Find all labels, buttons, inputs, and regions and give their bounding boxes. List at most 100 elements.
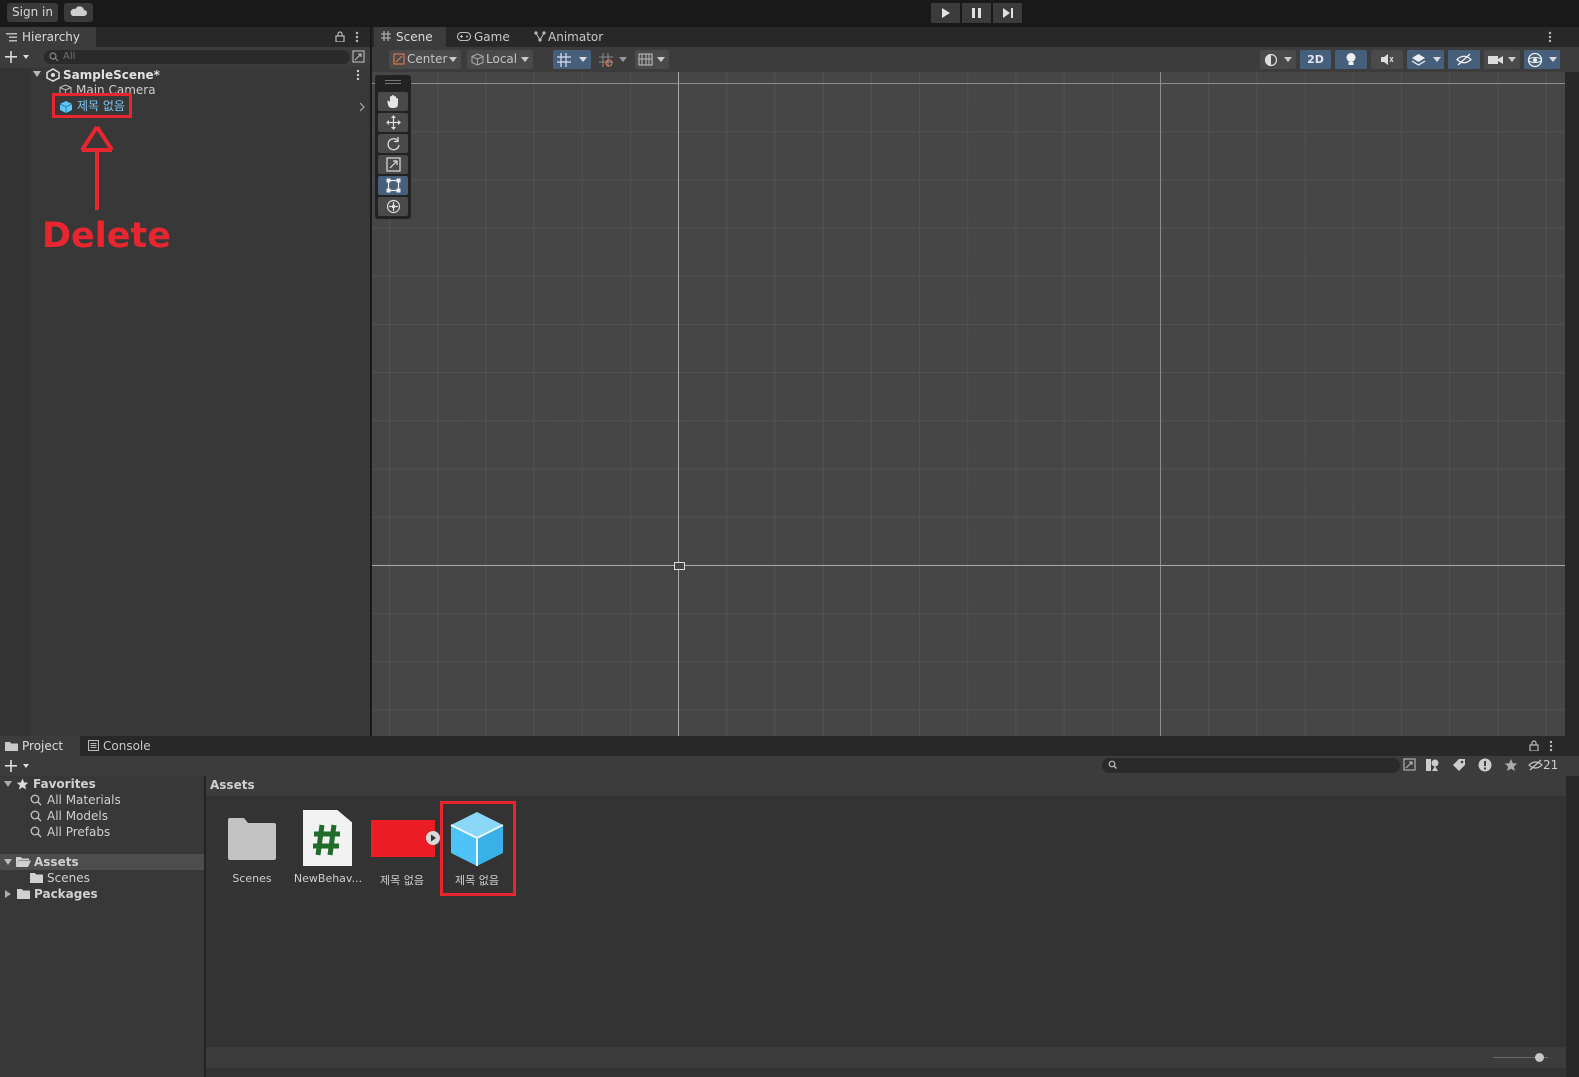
tab-project-label: Project [22,739,64,753]
pause-icon [972,8,981,18]
filter-by-label-icon[interactable] [1452,758,1466,772]
rotate-tool-button[interactable] [378,134,408,153]
project-search-input[interactable] [1102,758,1400,773]
scale-tool-button[interactable] [378,155,408,174]
origin-handle[interactable] [674,562,685,570]
collapse-arrow-icon [5,890,11,898]
open-folder-icon [16,857,31,867]
hand-tool-button[interactable] [378,92,408,111]
pause-button[interactable] [962,3,991,23]
transform-tool-button[interactable] [378,197,408,216]
align-dropdown[interactable] [635,50,669,69]
hierarchy-search-input[interactable]: All [44,50,350,64]
play-button[interactable] [931,3,960,23]
folder-icon [17,889,30,899]
tree-scenes[interactable]: Scenes [0,870,204,886]
grid-icon [381,31,391,41]
asset-item[interactable]: 제목 없음 [364,808,440,888]
lightbulb-icon [1345,52,1357,67]
tab-game[interactable]: Game [452,27,522,47]
increment-snap-toggle[interactable] [595,50,631,69]
gamepad-icon [457,32,471,41]
audio-toggle[interactable] [1371,50,1403,69]
chevron-down-icon [449,57,457,62]
hand-icon [386,95,398,108]
scene-row[interactable]: SampleScene* [31,67,370,83]
expand-arrow-icon [4,859,12,865]
console-icon [88,740,99,751]
pivot-dropdown[interactable]: Center [389,50,461,69]
asset-label: 제목 없음 [380,874,424,887]
project-add-dropdown[interactable] [5,759,31,773]
tree-all-materials[interactable]: All Materials [0,792,204,808]
warning-filter-icon[interactable] [1478,758,1492,772]
camera-bounds-left [678,72,679,736]
lock-icon[interactable] [335,31,345,42]
tab-animator[interactable]: Animator [529,27,609,47]
camera-settings-dropdown[interactable] [1484,50,1520,69]
space-dropdown[interactable]: Local [467,50,533,69]
tree-all-models[interactable]: All Models [0,808,204,824]
gizmos-dropdown[interactable] [1524,50,1560,69]
tab-project[interactable]: Project [0,736,80,756]
arrow-up-icon [80,125,114,210]
project-more-options-icon[interactable] [1548,740,1554,752]
add-dropdown[interactable] [5,50,31,64]
cloud-button[interactable] [64,3,93,22]
chevron-right-icon[interactable] [359,102,365,112]
pivot-label: Center [407,52,448,66]
lighting-toggle[interactable] [1335,50,1367,69]
search-icon [49,52,60,62]
search-scope-icon[interactable] [1403,758,1416,771]
tab-game-label: Game [474,30,510,44]
asset-label: Scenes [232,872,272,885]
tree-assets[interactable]: Assets [0,854,204,870]
star-icon [16,778,29,790]
asset-item[interactable]: Scenes [214,808,290,888]
align-icon [638,53,653,66]
search-placeholder: All [63,51,76,62]
grid-snap-toggle[interactable] [553,50,591,69]
breadcrumb-assets[interactable]: Assets [210,778,255,792]
delete-annotation: Delete [42,216,171,256]
chevron-down-icon [579,57,587,62]
chevron-down-icon [657,57,665,62]
scene-viewport[interactable] [372,72,1565,736]
camera-bounds-right [1160,72,1161,736]
list-icon [6,32,17,42]
effects-dropdown[interactable] [1407,50,1444,69]
more-options-icon[interactable] [354,31,360,43]
move-arrows-icon [385,115,401,130]
tab-hierarchy-label: Hierarchy [22,30,81,44]
tab-scene-label: Scene [396,30,433,44]
sign-in-button[interactable]: Sign in [7,3,58,22]
filter-by-type-icon[interactable] [1425,758,1440,772]
tree-packages[interactable]: Packages [0,886,204,902]
rect-tool-button[interactable] [378,176,408,195]
expand-arrow-icon [33,71,41,77]
palette-grip-icon[interactable] [385,80,401,84]
favorite-star-icon[interactable] [1504,758,1518,772]
tab-scene[interactable]: Scene [374,27,446,47]
scene-right-border [1565,72,1579,736]
move-tool-button[interactable] [378,113,408,132]
step-button[interactable] [993,3,1022,23]
tab-hierarchy[interactable]: Hierarchy [0,27,96,47]
draw-mode-dropdown[interactable] [1260,50,1296,69]
cloud-icon [70,6,87,16]
tree-all-prefabs[interactable]: All Prefabs [0,824,204,840]
tree-favorites[interactable]: Favorites [0,776,204,792]
project-lock-icon[interactable] [1529,740,1539,751]
project-tabbar [0,736,1579,756]
hidden-eye-icon [1456,53,1472,66]
scene-menu-icon[interactable] [355,69,361,81]
tab-console[interactable]: Console [84,736,164,756]
scene-visibility-icon[interactable] [352,50,365,63]
scene-visibility-toggle[interactable] [1448,50,1480,69]
chevron-down-icon [619,57,627,62]
main-toolbar [0,0,1579,27]
2d-mode-toggle[interactable]: 2D [1300,50,1331,69]
grid-snap-icon [557,53,571,67]
scene-more-options-icon[interactable] [1547,31,1553,43]
asset-item[interactable]: NewBehav... [290,808,366,888]
